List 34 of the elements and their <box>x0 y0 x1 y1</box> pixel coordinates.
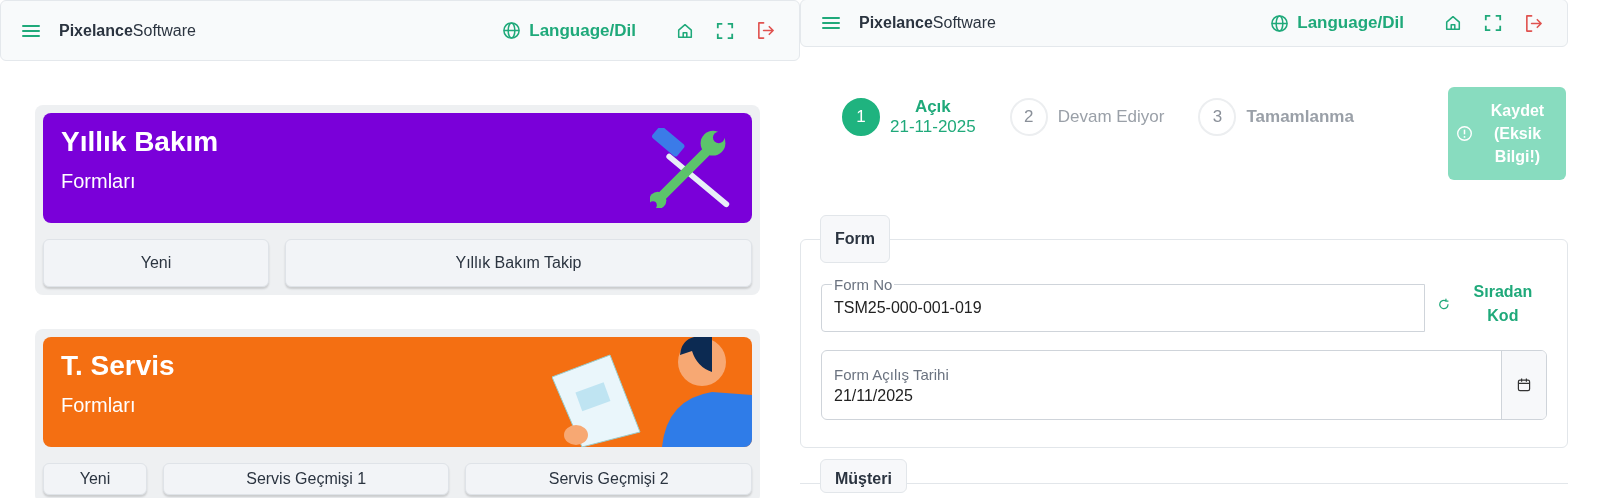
card-title: Yıllık Bakım <box>61 125 219 158</box>
card-action-button[interactable]: Servis Geçmişi 2 <box>465 463 752 495</box>
card-action-button[interactable]: Yeni <box>43 463 147 495</box>
fullscreen-icon[interactable] <box>716 21 734 40</box>
card-title: T. Servis <box>61 349 175 382</box>
step-number: 1 <box>842 98 880 136</box>
field-value: 21/11/2025 <box>834 386 914 405</box>
brand-logo: PixelanceSoftware <box>859 14 996 32</box>
field-label: Form Açılış Tarihi <box>834 365 950 383</box>
home-icon[interactable] <box>1444 14 1462 32</box>
card-action-button[interactable]: Yıllık Bakım Takip <box>284 239 752 287</box>
field-label: Form No <box>833 276 894 293</box>
globe-icon <box>502 21 522 40</box>
step-number: 2 <box>1009 98 1048 136</box>
step-number: 3 <box>1198 98 1237 136</box>
card-subtitle: Formları <box>61 169 137 193</box>
fullscreen-icon[interactable] <box>1484 14 1502 32</box>
globe-icon <box>1270 13 1290 33</box>
logout-icon[interactable] <box>756 21 775 40</box>
brand-logo: PixelanceSoftware <box>59 21 196 40</box>
card-action-button[interactable]: Servis Geçmişi 1 <box>163 463 450 495</box>
step-date: 21-11-2025 <box>890 117 976 137</box>
logout-icon[interactable] <box>1524 13 1543 33</box>
calendar-button[interactable] <box>1501 351 1546 419</box>
step-label: Açık <box>914 97 951 117</box>
card-subtitle: Formları <box>61 393 137 417</box>
step-label: Tamamlanma <box>1246 107 1354 127</box>
field-value: TSM25-000-001-019 <box>834 299 982 317</box>
home-icon[interactable] <box>676 21 694 40</box>
step-label: Devam Ediyor <box>1057 107 1165 127</box>
date-field[interactable]: Form Açılış Tarihi 21/11/2025 <box>821 350 1547 420</box>
card-action-button[interactable]: Yeni <box>43 239 269 287</box>
warning-icon <box>1456 125 1473 142</box>
calendar-icon <box>1516 377 1532 393</box>
